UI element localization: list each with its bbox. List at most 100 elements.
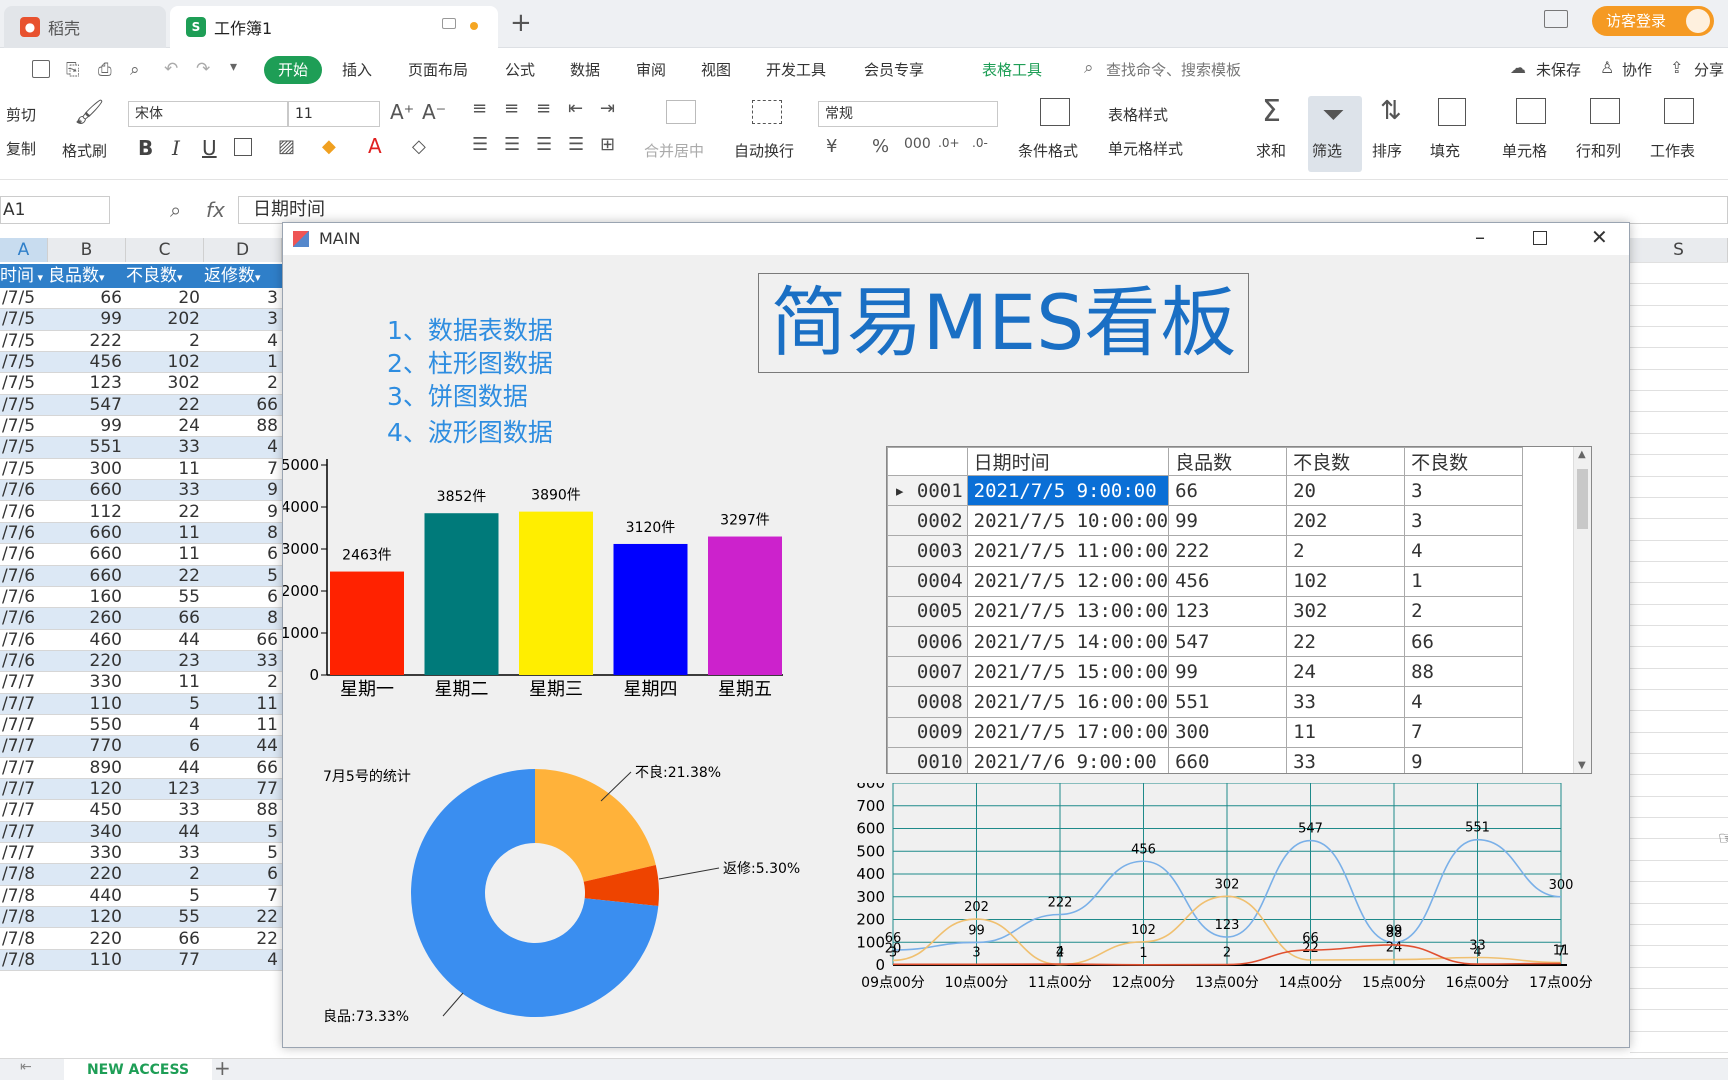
wrap-button[interactable]: 自动换行 <box>734 140 794 161</box>
table-cell[interactable]: 4 <box>126 715 204 736</box>
grid-cell[interactable]: 2021/7/5 14:00:00 <box>966 625 1170 658</box>
table-row[interactable]: /7/6 260 66 8 <box>0 608 282 630</box>
table-row[interactable]: /7/7 110 5 11 <box>0 693 282 715</box>
table-cell[interactable]: 88 <box>204 800 282 821</box>
grid-cell[interactable]: 4 <box>1404 535 1524 567</box>
copy-button[interactable]: 复制 <box>6 138 36 159</box>
grid-cell[interactable]: 33 <box>1286 746 1406 773</box>
share-button[interactable]: 分享 <box>1694 59 1724 80</box>
format-painter-button[interactable]: 格式刷 <box>62 140 107 161</box>
menu-review[interactable]: 审阅 <box>636 59 666 80</box>
spreadsheet-grid[interactable]: A B C D 时间 ▾ 良品数▾ 不良数▾ 返修数▾ /7/5 66 20 3/7/… <box>0 238 282 1058</box>
table-cell[interactable]: 77 <box>204 779 282 800</box>
table-cell[interactable]: 11 <box>126 544 204 565</box>
grid-row[interactable]: 0008 2021/7/5 16:00:00 551 33 4 <box>887 686 1524 718</box>
underline-icon[interactable]: U <box>202 136 217 160</box>
table-row[interactable]: /7/8 440 5 7 <box>0 886 282 908</box>
table-cell[interactable]: /7/6 <box>0 608 48 629</box>
add-sheet-icon[interactable]: + <box>214 1056 231 1080</box>
header-cell-good[interactable]: 良品数▾ <box>48 264 126 288</box>
table-cell[interactable]: 24 <box>126 416 204 437</box>
grid-row-header[interactable]: 0007 <box>887 656 968 688</box>
table-row[interactable]: /7/5 456 102 1 <box>0 352 282 374</box>
table-cell[interactable]: 2 <box>204 672 282 693</box>
grid-row[interactable]: 0010 2021/7/6 9:00:00 660 33 9 <box>887 746 1524 773</box>
distributed-icon[interactable]: ⊞ <box>600 134 615 155</box>
grid-cell[interactable]: 1 <box>1404 565 1524 597</box>
table-cell[interactable]: 1 <box>204 352 282 373</box>
table-row[interactable]: /7/6 660 33 9 <box>0 480 282 502</box>
window-layout-icon[interactable] <box>1544 10 1568 28</box>
grid-cell[interactable]: 4 <box>1404 686 1524 718</box>
table-cell[interactable]: 55 <box>126 907 204 928</box>
table-row[interactable]: /7/7 550 4 11 <box>0 715 282 737</box>
table-cell[interactable]: 11 <box>126 459 204 480</box>
border-icon[interactable] <box>234 138 252 156</box>
tab-workbook[interactable]: S 工作簿1 <box>170 6 498 48</box>
grid-cell[interactable]: 2021/7/5 11:00:00 <box>966 535 1170 567</box>
table-row[interactable]: /7/6 660 22 5 <box>0 565 282 587</box>
table-cell[interactable]: /7/7 <box>0 672 48 693</box>
grid-cell[interactable]: 2021/7/5 16:00:00 <box>966 686 1170 718</box>
grid-cell[interactable]: 9 <box>1404 746 1524 773</box>
menu-developer[interactable]: 开发工具 <box>766 59 826 80</box>
worksheet-button[interactable]: 工作表 <box>1650 140 1695 161</box>
sheet-tab-new-access[interactable]: NEW ACCESS <box>64 1059 212 1081</box>
conditional-format-button[interactable]: 条件格式 <box>1018 140 1078 161</box>
column-header-a[interactable]: A <box>0 238 48 262</box>
table-cell[interactable]: 112 <box>48 502 126 523</box>
grid-cell[interactable]: 22 <box>1286 625 1406 658</box>
table-cell[interactable]: 110 <box>48 950 126 971</box>
table-cell[interactable]: 3 <box>204 288 282 309</box>
table-cell[interactable]: /7/5 <box>0 416 48 437</box>
table-cell[interactable]: 20 <box>126 288 204 309</box>
table-cell[interactable]: /7/8 <box>0 886 48 907</box>
grid-cell[interactable]: 660 <box>1168 746 1288 773</box>
table-cell[interactable]: /7/8 <box>0 907 48 928</box>
grid-cell[interactable]: 99 <box>1168 505 1288 537</box>
table-cell[interactable]: 890 <box>48 758 126 779</box>
table-cell[interactable]: 6 <box>204 864 282 885</box>
table-cell[interactable]: 660 <box>48 480 126 501</box>
table-cell[interactable]: /7/8 <box>0 950 48 971</box>
table-cell[interactable]: 11 <box>126 672 204 693</box>
grid-cell[interactable]: 3 <box>1404 505 1524 537</box>
table-cell[interactable]: 340 <box>48 822 126 843</box>
table-cell[interactable]: 450 <box>48 800 126 821</box>
formula-input[interactable]: 日期时间 <box>238 196 1728 224</box>
table-cell[interactable]: /7/5 <box>0 437 48 458</box>
redo-icon[interactable]: ↷ <box>196 59 210 79</box>
table-cell[interactable]: 3 <box>204 309 282 330</box>
header-cell-bad[interactable]: 不良数▾ <box>126 264 204 288</box>
table-cell[interactable]: 550 <box>48 715 126 736</box>
grid-row[interactable]: ▸ 0001 2021/7/5 9:00:00 66 20 3 <box>887 474 1524 507</box>
table-cell[interactable]: 547 <box>48 395 126 416</box>
decrease-font-icon[interactable]: A⁻ <box>422 100 446 124</box>
percent-icon[interactable]: % <box>872 136 889 157</box>
table-cell[interactable]: 220 <box>48 929 126 950</box>
grid-row[interactable]: 0005 2021/7/5 13:00:00 123 302 2 <box>887 595 1524 627</box>
table-cell[interactable]: /7/6 <box>0 630 48 651</box>
table-cell[interactable]: /7/6 <box>0 587 48 608</box>
grid-row[interactable]: 0003 2021/7/5 11:00:00 222 2 4 <box>887 535 1524 567</box>
increase-decimal-icon[interactable]: .0+ <box>938 136 960 150</box>
table-row[interactable]: /7/6 112 22 9 <box>0 502 282 523</box>
table-cell[interactable]: 9 <box>204 480 282 501</box>
table-cell[interactable]: 2 <box>126 331 204 352</box>
table-cell[interactable]: /7/5 <box>0 288 48 309</box>
menu-formula[interactable]: 公式 <box>505 59 535 80</box>
grid-row-header[interactable]: 0008 <box>887 686 968 718</box>
table-row[interactable]: /7/5 66 20 3 <box>0 288 282 310</box>
column-header-d[interactable]: D <box>204 238 282 262</box>
table-style-button[interactable]: 表格样式 <box>1108 104 1168 125</box>
monitor-icon[interactable] <box>442 18 456 29</box>
table-cell[interactable]: /7/5 <box>0 309 48 330</box>
grid-cell[interactable]: 547 <box>1168 625 1288 658</box>
grid-cell[interactable]: 2021/7/5 17:00:00 <box>966 716 1170 748</box>
grid-row-header[interactable]: 0009 <box>887 716 968 748</box>
table-row[interactable]: /7/8 220 2 6 <box>0 864 282 886</box>
grid-row[interactable]: 0009 2021/7/5 17:00:00 300 11 7 <box>887 716 1524 748</box>
clear-icon[interactable]: ◇ <box>412 136 426 157</box>
table-row[interactable]: /7/7 450 33 88 <box>0 800 282 822</box>
collab-button[interactable]: 协作 <box>1622 59 1652 80</box>
